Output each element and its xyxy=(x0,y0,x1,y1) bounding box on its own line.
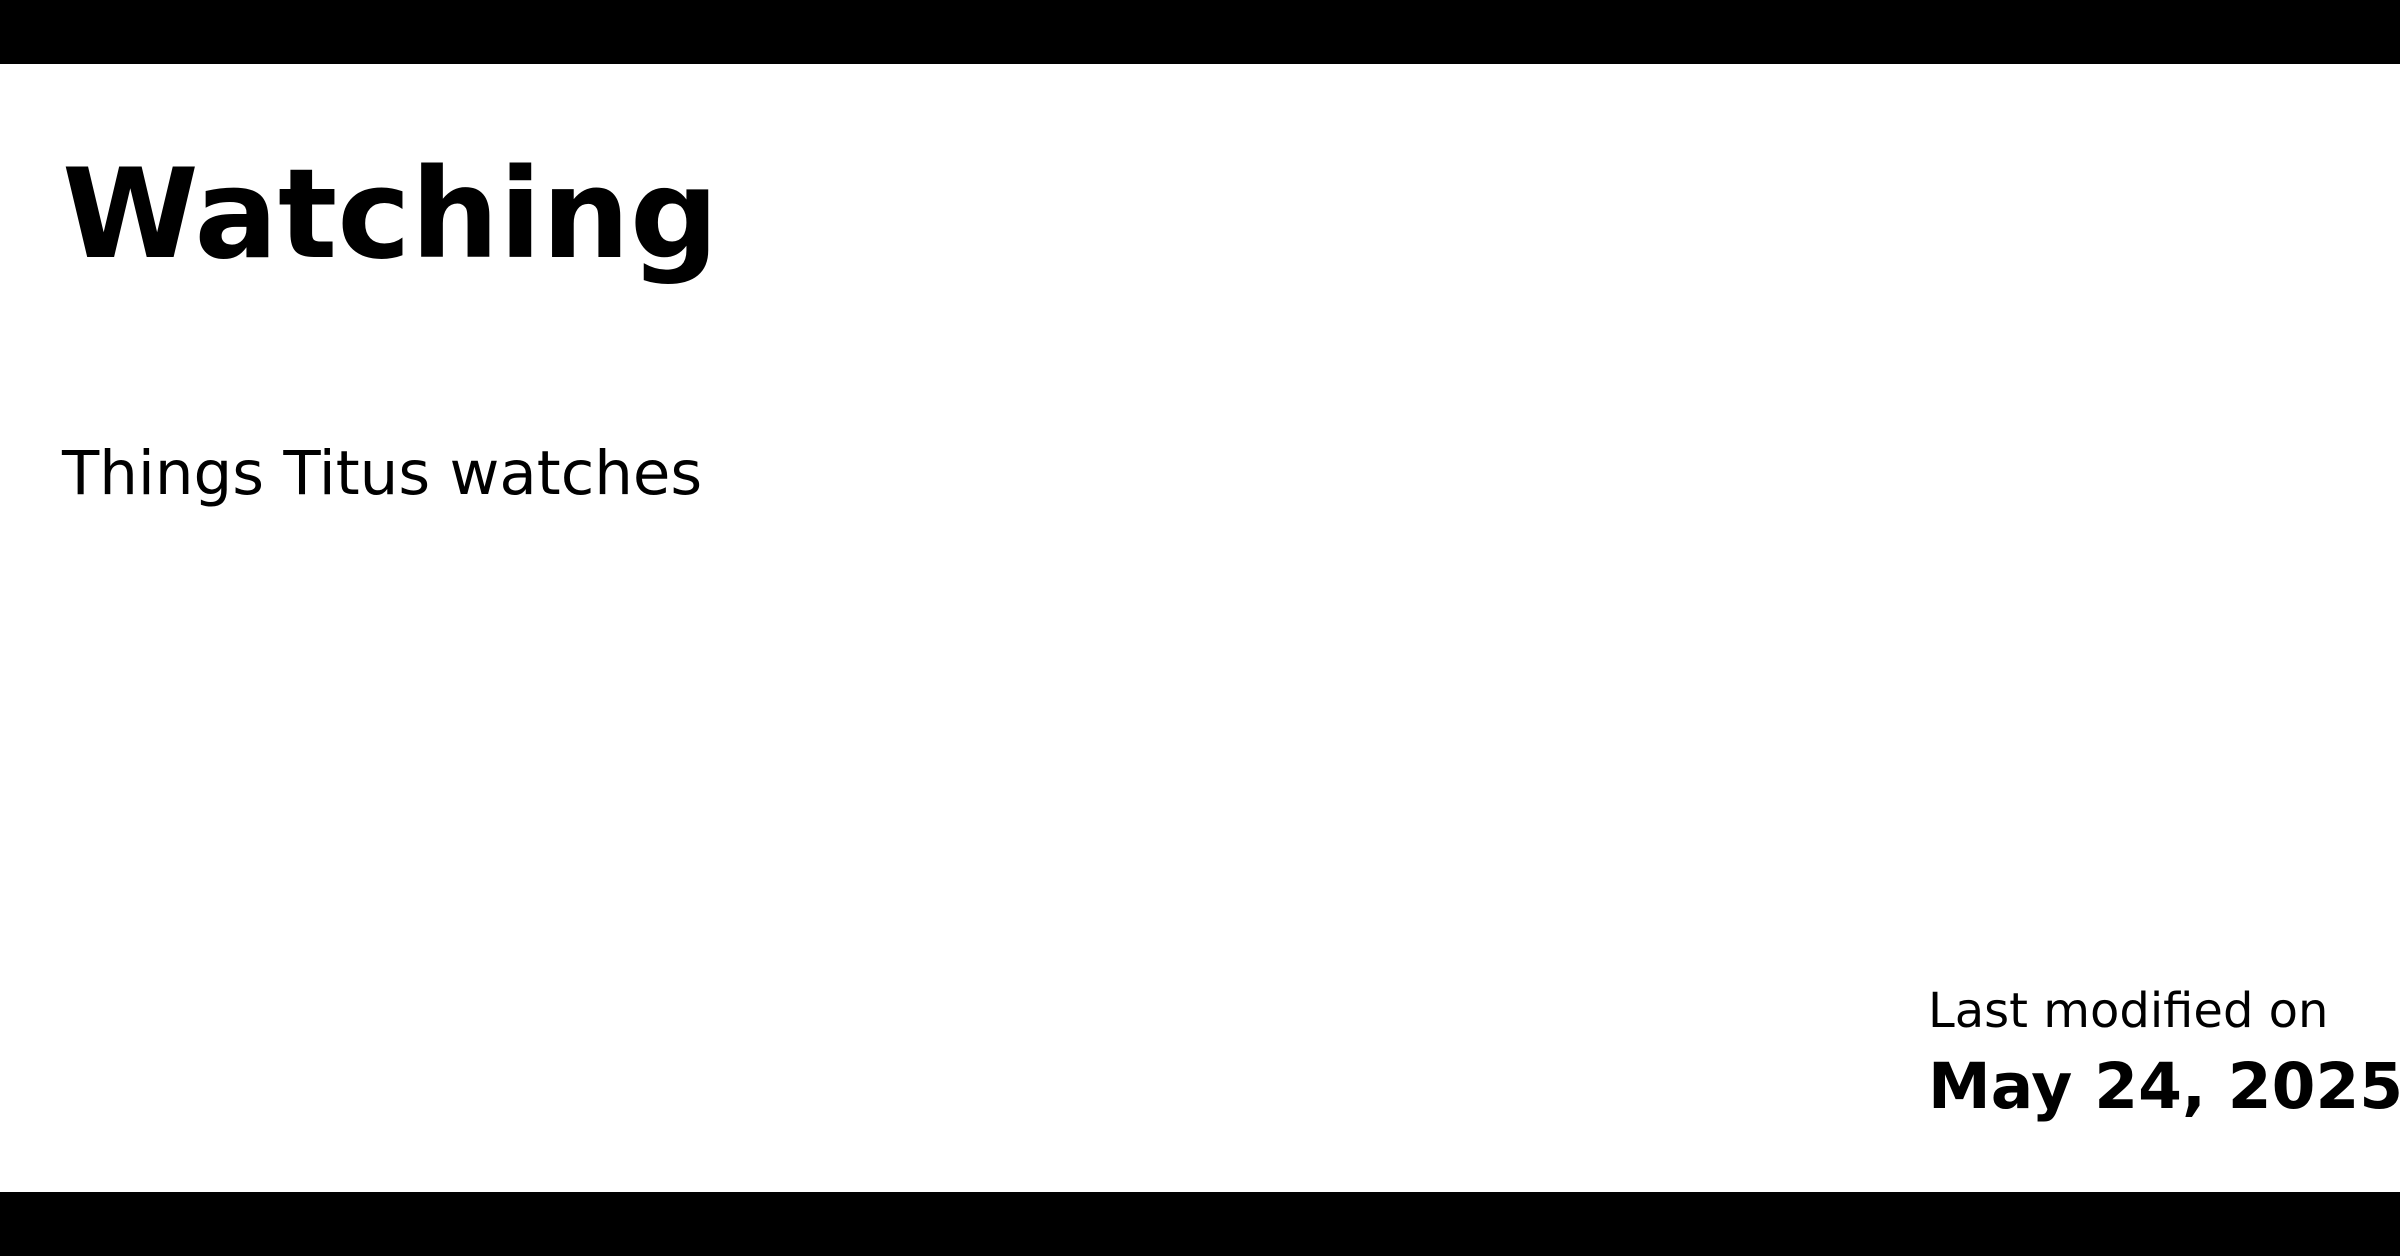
last-modified: Last modified on May 24, 2025 xyxy=(1928,978,2400,1130)
last-modified-date: May 24, 2025 xyxy=(1928,1050,2400,1123)
top-bar xyxy=(0,0,2400,64)
page-subtitle: Things Titus watches xyxy=(62,438,703,509)
page-title: Watching xyxy=(62,143,719,287)
bottom-bar xyxy=(0,1192,2400,1256)
last-modified-label: Last modified on xyxy=(1928,983,2329,1039)
